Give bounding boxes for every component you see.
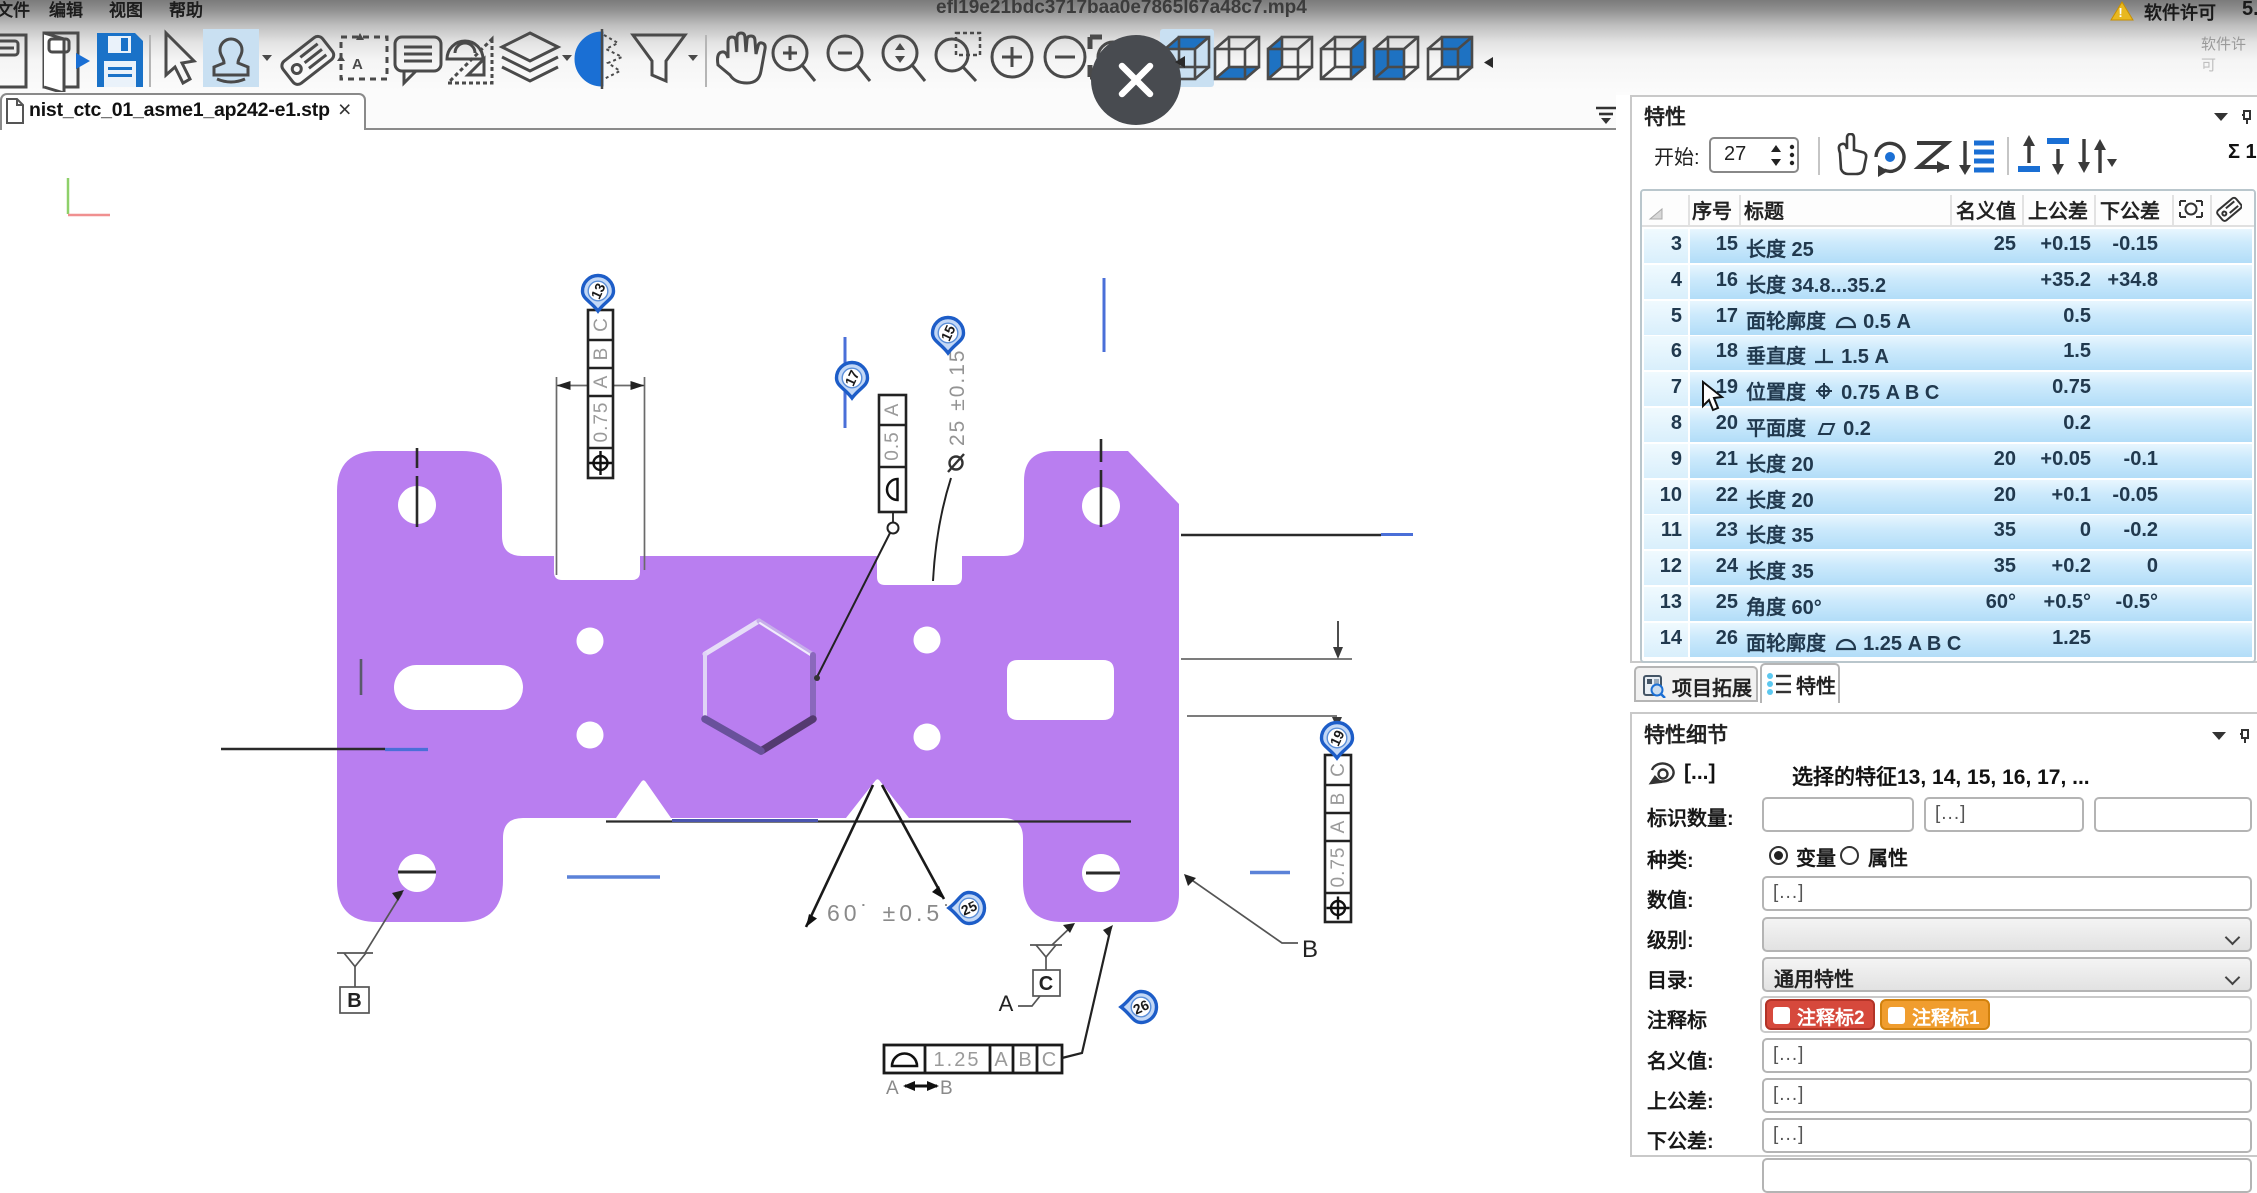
svg-text:1.25: 1.25 (934, 1049, 981, 1071)
svg-text:A: A (999, 991, 1014, 1016)
svg-text:A: A (994, 1049, 1008, 1071)
svg-text:0.75: 0.75 (1328, 847, 1349, 888)
svg-text:A: A (1328, 820, 1349, 833)
svg-text:C: C (1042, 1049, 1056, 1071)
svg-text:B: B (347, 990, 361, 1012)
svg-text:B: B (1018, 1049, 1031, 1071)
svg-text:A: A (882, 403, 903, 416)
svg-text:B: B (940, 1078, 953, 1099)
svg-text:B: B (591, 348, 612, 361)
svg-text:A: A (352, 56, 363, 73)
svg-text:0.75: 0.75 (591, 402, 612, 443)
svg-text:C: C (1328, 763, 1349, 777)
svg-text:25 ±0.15: 25 ±0.15 (946, 348, 969, 446)
svg-text:A: A (591, 375, 612, 388)
svg-text:B: B (1302, 936, 1318, 963)
svg-text:0.5: 0.5 (882, 431, 903, 460)
svg-text:60˙ ±0.5˙: 60˙ ±0.5˙ (827, 900, 955, 926)
svg-text:B: B (1328, 793, 1349, 806)
svg-text:!: ! (2118, 5, 2122, 20)
svg-text:C: C (591, 318, 612, 332)
svg-text:A: A (886, 1078, 899, 1099)
svg-text:C: C (1039, 973, 1053, 995)
